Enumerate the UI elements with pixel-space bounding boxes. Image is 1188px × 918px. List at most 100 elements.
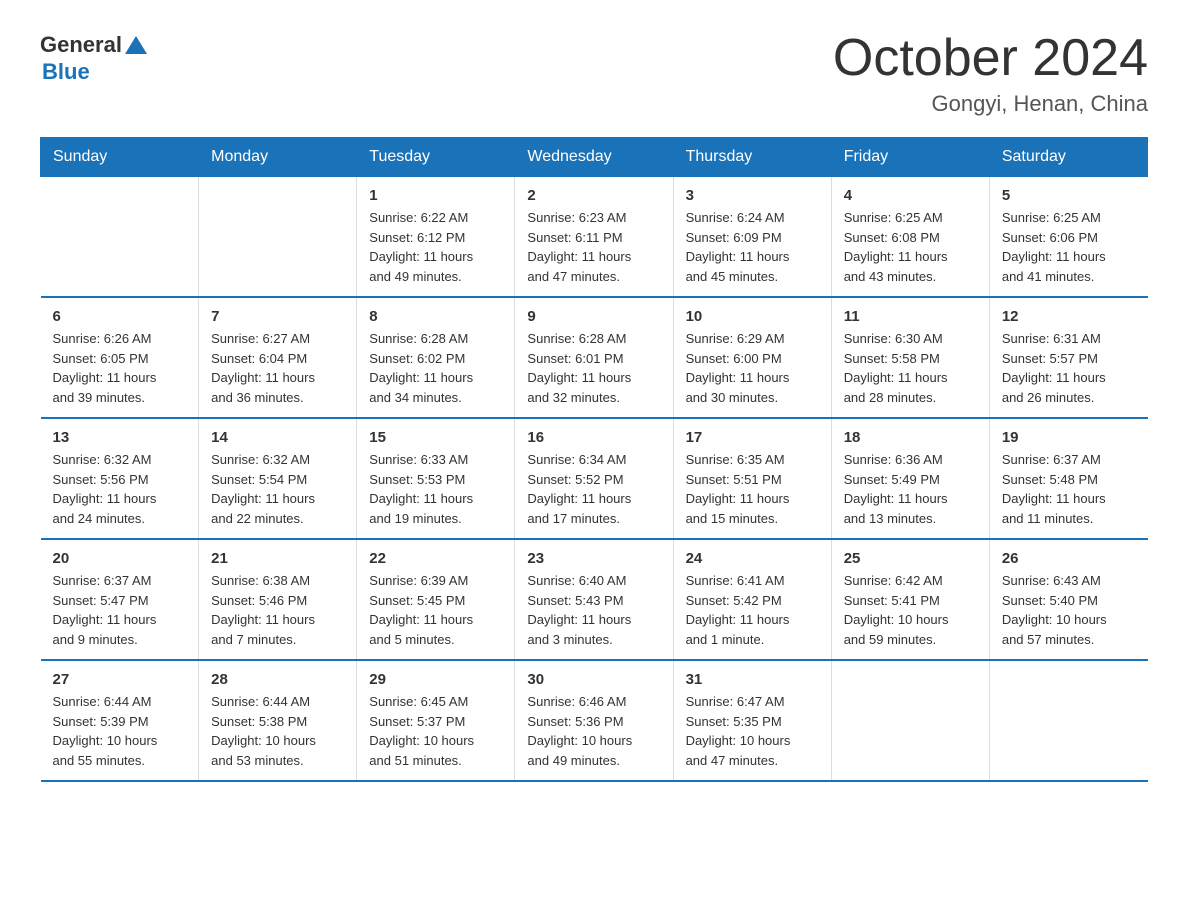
day-info: Sunrise: 6:46 AM Sunset: 5:36 PM Dayligh… bbox=[527, 692, 660, 770]
day-info: Sunrise: 6:24 AM Sunset: 6:09 PM Dayligh… bbox=[686, 208, 819, 286]
day-number: 27 bbox=[53, 671, 187, 688]
calendar-cell: 14Sunrise: 6:32 AM Sunset: 5:54 PM Dayli… bbox=[199, 418, 357, 539]
day-number: 19 bbox=[1002, 429, 1136, 446]
calendar-header-row: SundayMondayTuesdayWednesdayThursdayFrid… bbox=[41, 138, 1148, 177]
calendar-cell: 26 Sunrise: 6:43 AM Sunset: 5:40 PM Dayli… bbox=[989, 539, 1147, 660]
calendar-cell: 2 Sunrise: 6:23 AM Sunset: 6:11 PM Daylig… bbox=[515, 177, 673, 298]
day-number: 9 bbox=[527, 308, 660, 325]
day-number: 13 bbox=[53, 429, 187, 446]
location-title: Gongyi, Henan, China bbox=[833, 91, 1148, 117]
day-info: Sunrise: 6:33 AM Sunset: 5:53 PM Dayligh… bbox=[369, 450, 502, 528]
calendar-cell: 17 Sunrise: 6:35 AM Sunset: 5:51 PM Dayli… bbox=[673, 418, 831, 539]
page-header: General Blue October 2024 Gongyi, Henan,… bbox=[40, 30, 1148, 117]
day-info: Sunrise: 6:44 AM Sunset: 5:39 PM Dayligh… bbox=[53, 692, 187, 770]
calendar-cell: 13 Sunrise: 6:32 AM Sunset: 5:56 PM Dayli… bbox=[41, 418, 199, 539]
day-number: 22 bbox=[369, 550, 502, 567]
day-info: Sunrise: 6:47 AM Sunset: 5:35 PM Dayligh… bbox=[686, 692, 819, 770]
day-number: 3 bbox=[686, 187, 819, 204]
calendar-cell: 10 Sunrise: 6:29 AM Sunset: 6:00 PM Dayli… bbox=[673, 297, 831, 418]
calendar-cell: 8 Sunrise: 6:28 AM Sunset: 6:02 PM Daylig… bbox=[357, 297, 515, 418]
day-info: Sunrise: 6:36 AM Sunset: 5:49 PM Dayligh… bbox=[844, 450, 977, 528]
logo-general-text: General bbox=[40, 32, 122, 58]
calendar-cell: 21 Sunrise: 6:38 AM Sunset: 5:46 PM Dayli… bbox=[199, 539, 357, 660]
day-number: 20 bbox=[53, 550, 187, 567]
calendar-cell: 28Sunrise: 6:44 AM Sunset: 5:38 PM Dayli… bbox=[199, 660, 357, 781]
calendar-cell bbox=[199, 177, 357, 298]
day-info: Sunrise: 6:26 AM Sunset: 6:05 PM Dayligh… bbox=[53, 329, 187, 407]
logo-triangle-icon bbox=[125, 32, 147, 54]
calendar-cell: 9 Sunrise: 6:28 AM Sunset: 6:01 PM Daylig… bbox=[515, 297, 673, 418]
column-header-thursday: Thursday bbox=[673, 138, 831, 177]
column-header-saturday: Saturday bbox=[989, 138, 1147, 177]
day-info: Sunrise: 6:25 AM Sunset: 6:08 PM Dayligh… bbox=[844, 208, 977, 286]
day-number: 16 bbox=[527, 429, 660, 446]
calendar-cell: 31Sunrise: 6:47 AM Sunset: 5:35 PM Dayli… bbox=[673, 660, 831, 781]
calendar-week-row: 6Sunrise: 6:26 AM Sunset: 6:05 PM Daylig… bbox=[41, 297, 1148, 418]
day-number: 21 bbox=[211, 550, 344, 567]
calendar-week-row: 27 Sunrise: 6:44 AM Sunset: 5:39 PM Dayli… bbox=[41, 660, 1148, 781]
calendar-cell: 24Sunrise: 6:41 AM Sunset: 5:42 PM Dayli… bbox=[673, 539, 831, 660]
logo-blue-text: Blue bbox=[40, 59, 147, 85]
day-info: Sunrise: 6:28 AM Sunset: 6:01 PM Dayligh… bbox=[527, 329, 660, 407]
calendar-cell: 30 Sunrise: 6:46 AM Sunset: 5:36 PM Dayli… bbox=[515, 660, 673, 781]
calendar-cell: 25Sunrise: 6:42 AM Sunset: 5:41 PM Dayli… bbox=[831, 539, 989, 660]
day-info: Sunrise: 6:22 AM Sunset: 6:12 PM Dayligh… bbox=[369, 208, 502, 286]
day-number: 10 bbox=[686, 308, 819, 325]
day-number: 26 bbox=[1002, 550, 1136, 567]
calendar-table: SundayMondayTuesdayWednesdayThursdayFrid… bbox=[40, 137, 1148, 782]
day-info: Sunrise: 6:29 AM Sunset: 6:00 PM Dayligh… bbox=[686, 329, 819, 407]
day-info: Sunrise: 6:39 AM Sunset: 5:45 PM Dayligh… bbox=[369, 571, 502, 649]
logo: General Blue bbox=[40, 30, 147, 85]
title-block: October 2024 Gongyi, Henan, China bbox=[833, 30, 1148, 117]
day-number: 2 bbox=[527, 187, 660, 204]
day-number: 30 bbox=[527, 671, 660, 688]
day-info: Sunrise: 6:38 AM Sunset: 5:46 PM Dayligh… bbox=[211, 571, 344, 649]
day-info: Sunrise: 6:23 AM Sunset: 6:11 PM Dayligh… bbox=[527, 208, 660, 286]
day-info: Sunrise: 6:30 AM Sunset: 5:58 PM Dayligh… bbox=[844, 329, 977, 407]
day-info: Sunrise: 6:40 AM Sunset: 5:43 PM Dayligh… bbox=[527, 571, 660, 649]
column-header-wednesday: Wednesday bbox=[515, 138, 673, 177]
calendar-cell: 27 Sunrise: 6:44 AM Sunset: 5:39 PM Dayli… bbox=[41, 660, 199, 781]
column-header-friday: Friday bbox=[831, 138, 989, 177]
calendar-cell: 20 Sunrise: 6:37 AM Sunset: 5:47 PM Dayli… bbox=[41, 539, 199, 660]
day-number: 18 bbox=[844, 429, 977, 446]
column-header-tuesday: Tuesday bbox=[357, 138, 515, 177]
calendar-cell: 15Sunrise: 6:33 AM Sunset: 5:53 PM Dayli… bbox=[357, 418, 515, 539]
calendar-cell: 19 Sunrise: 6:37 AM Sunset: 5:48 PM Dayli… bbox=[989, 418, 1147, 539]
month-title: October 2024 bbox=[833, 30, 1148, 87]
calendar-cell: 12 Sunrise: 6:31 AM Sunset: 5:57 PM Dayli… bbox=[989, 297, 1147, 418]
calendar-cell: 29Sunrise: 6:45 AM Sunset: 5:37 PM Dayli… bbox=[357, 660, 515, 781]
day-info: Sunrise: 6:45 AM Sunset: 5:37 PM Dayligh… bbox=[369, 692, 502, 770]
day-info: Sunrise: 6:28 AM Sunset: 6:02 PM Dayligh… bbox=[369, 329, 502, 407]
calendar-cell: 23 Sunrise: 6:40 AM Sunset: 5:43 PM Dayli… bbox=[515, 539, 673, 660]
day-number: 8 bbox=[369, 308, 502, 325]
day-info: Sunrise: 6:27 AM Sunset: 6:04 PM Dayligh… bbox=[211, 329, 344, 407]
day-info: Sunrise: 6:37 AM Sunset: 5:48 PM Dayligh… bbox=[1002, 450, 1136, 528]
column-header-monday: Monday bbox=[199, 138, 357, 177]
day-number: 28 bbox=[211, 671, 344, 688]
calendar-cell: 1 Sunrise: 6:22 AM Sunset: 6:12 PM Daylig… bbox=[357, 177, 515, 298]
day-info: Sunrise: 6:37 AM Sunset: 5:47 PM Dayligh… bbox=[53, 571, 187, 649]
calendar-cell bbox=[41, 177, 199, 298]
calendar-cell bbox=[831, 660, 989, 781]
calendar-week-row: 1 Sunrise: 6:22 AM Sunset: 6:12 PM Daylig… bbox=[41, 177, 1148, 298]
column-header-sunday: Sunday bbox=[41, 138, 199, 177]
day-info: Sunrise: 6:41 AM Sunset: 5:42 PM Dayligh… bbox=[686, 571, 819, 649]
day-info: Sunrise: 6:25 AM Sunset: 6:06 PM Dayligh… bbox=[1002, 208, 1136, 286]
day-number: 12 bbox=[1002, 308, 1136, 325]
day-number: 4 bbox=[844, 187, 977, 204]
day-info: Sunrise: 6:32 AM Sunset: 5:54 PM Dayligh… bbox=[211, 450, 344, 528]
calendar-cell: 16Sunrise: 6:34 AM Sunset: 5:52 PM Dayli… bbox=[515, 418, 673, 539]
calendar-cell: 5Sunrise: 6:25 AM Sunset: 6:06 PM Daylig… bbox=[989, 177, 1147, 298]
day-number: 7 bbox=[211, 308, 344, 325]
day-info: Sunrise: 6:32 AM Sunset: 5:56 PM Dayligh… bbox=[53, 450, 187, 528]
calendar-cell: 18 Sunrise: 6:36 AM Sunset: 5:49 PM Dayli… bbox=[831, 418, 989, 539]
day-number: 17 bbox=[686, 429, 819, 446]
calendar-cell bbox=[989, 660, 1147, 781]
calendar-cell: 6Sunrise: 6:26 AM Sunset: 6:05 PM Daylig… bbox=[41, 297, 199, 418]
day-number: 1 bbox=[369, 187, 502, 204]
day-info: Sunrise: 6:43 AM Sunset: 5:40 PM Dayligh… bbox=[1002, 571, 1136, 649]
day-number: 23 bbox=[527, 550, 660, 567]
day-info: Sunrise: 6:35 AM Sunset: 5:51 PM Dayligh… bbox=[686, 450, 819, 528]
day-info: Sunrise: 6:31 AM Sunset: 5:57 PM Dayligh… bbox=[1002, 329, 1136, 407]
